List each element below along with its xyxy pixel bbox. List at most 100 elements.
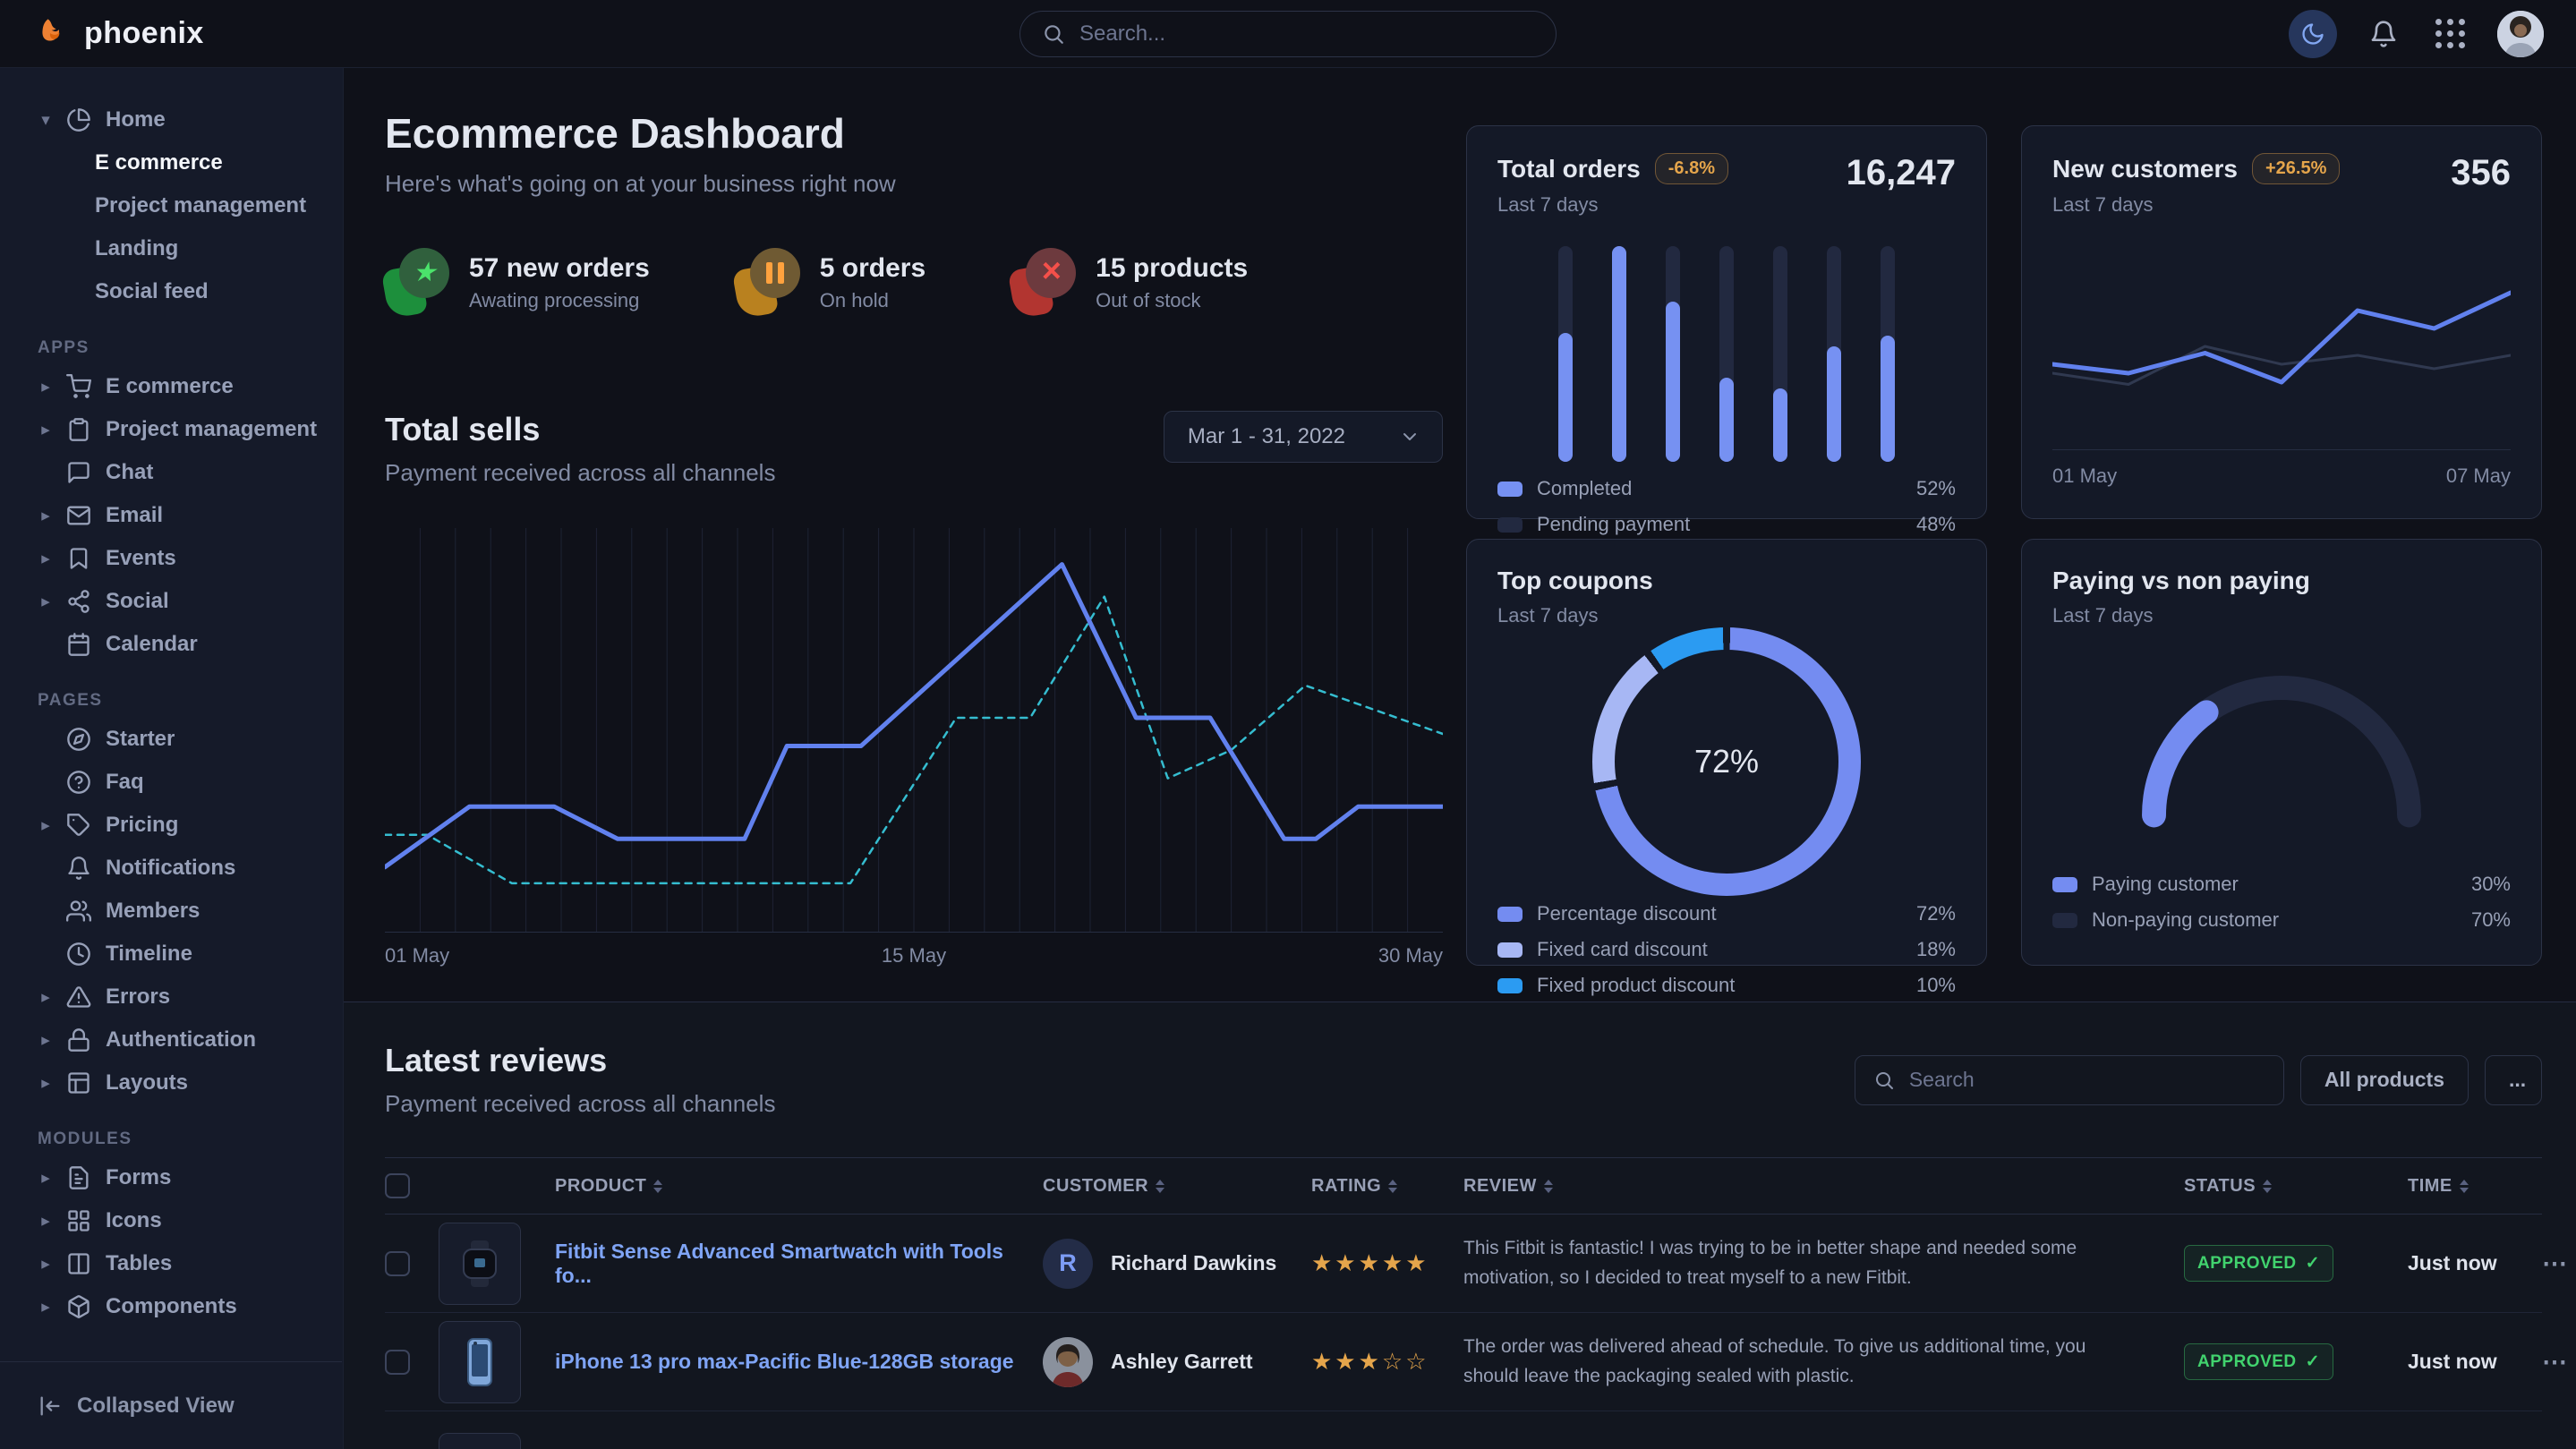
sidebar-item-layouts[interactable]: ▸ Layouts: [38, 1061, 321, 1104]
sidebar-subitem-project-management[interactable]: Project management: [38, 184, 321, 227]
search-icon: [1042, 22, 1065, 46]
caret-right-icon: ▸: [38, 1254, 54, 1274]
theme-toggle-button[interactable]: [2289, 10, 2337, 58]
sidebar-item-members[interactable]: Members: [38, 890, 321, 933]
check-icon: ✓: [2306, 1351, 2320, 1372]
sidebar-item-timeline[interactable]: Timeline: [38, 933, 321, 976]
user-avatar[interactable]: [2497, 11, 2544, 57]
global-search[interactable]: [1019, 11, 1557, 57]
phoenix-logo-icon: [36, 16, 73, 52]
sidebar-item-chat[interactable]: Chat: [38, 451, 321, 494]
sidebar-item-email[interactable]: ▸ Email: [38, 494, 321, 537]
dashboard-cards: Total orders -6.8% Last 7 days 16,247: [1466, 68, 2542, 966]
column-status[interactable]: STATUS: [2184, 1176, 2408, 1197]
caret-right-icon: ▸: [38, 1030, 54, 1051]
sidebar-section-apps: APPS: [38, 338, 321, 358]
sidebar-subitem-landing[interactable]: Landing: [38, 227, 321, 270]
row-checkbox[interactable]: [385, 1251, 410, 1276]
column-review[interactable]: REVIEW: [1463, 1176, 2184, 1197]
select-all-checkbox[interactable]: [385, 1173, 410, 1198]
paying-gauge-chart: [2052, 627, 2511, 866]
product-link[interactable]: Fitbit Sense Advanced Smartwatch with To…: [555, 1240, 1043, 1288]
sidebar-item-home[interactable]: ▾ Home: [38, 98, 321, 141]
sidebar-item-project-management-app[interactable]: ▸ Project management: [38, 408, 321, 451]
chevron-down-icon: [1399, 426, 1420, 447]
dashboard-left-column: Ecommerce Dashboard Here's what's going …: [385, 68, 1443, 966]
review-time: Just now: [2408, 1251, 2542, 1275]
sort-icon: [1388, 1180, 1397, 1193]
file-text-icon: [66, 1165, 93, 1190]
sidebar-item-pricing[interactable]: ▸ Pricing: [38, 804, 321, 847]
legend-fixed-product-discount: Fixed product discount 10%: [1497, 967, 1956, 1003]
row-checkbox[interactable]: [385, 1350, 410, 1375]
notifications-button[interactable]: [2364, 19, 2403, 49]
column-customer[interactable]: CUSTOMER: [1043, 1176, 1311, 1197]
total-sells-chart: 01 May 15 May 30 May: [385, 528, 1443, 933]
sidebar-item-icons[interactable]: ▸ Icons: [38, 1199, 321, 1242]
row-more-button[interactable]: ⋯: [2542, 1249, 2569, 1278]
moon-icon: [2300, 21, 2325, 47]
sidebar-item-notifications[interactable]: Notifications: [38, 847, 321, 890]
reviews-table: PRODUCT CUSTOMER RATING REVIEW STATUS TI…: [385, 1157, 2542, 1449]
sidebar-item-errors[interactable]: ▸ Errors: [38, 976, 321, 1019]
collapse-sidebar-button[interactable]: Collapsed View: [0, 1361, 342, 1449]
sidebar-item-social[interactable]: ▸ Social: [38, 580, 321, 623]
apps-grid-button[interactable]: [2430, 18, 2470, 49]
sidebar-item-starter[interactable]: Starter: [38, 718, 321, 761]
sidebar: ▾ Home E commerce Project management Lan…: [0, 68, 344, 1449]
legend-fixed-card-discount: Fixed card discount 18%: [1497, 932, 1956, 967]
sidebar-item-tables[interactable]: ▸ Tables: [38, 1242, 321, 1285]
top-navbar: phoenix: [0, 0, 2576, 68]
caret-right-icon: ▸: [38, 592, 54, 612]
page-subtitle: Here's what's going on at your business …: [385, 170, 1443, 198]
total-sells-header: Total sells Payment received across all …: [385, 411, 1443, 487]
sidebar-item-label: Home: [106, 107, 166, 132]
reviews-subtitle: Payment received across all channels: [385, 1090, 775, 1118]
column-product[interactable]: PRODUCT: [555, 1176, 1043, 1197]
row-more-button[interactable]: ⋯: [2542, 1347, 2569, 1377]
out-of-stock-icon: ×: [1011, 248, 1076, 318]
avatar-image: [1043, 1337, 1093, 1387]
column-time[interactable]: TIME: [2408, 1176, 2542, 1197]
bell-icon: [2369, 20, 2398, 48]
stat-out-of-stock: × 15 products Out of stock: [1011, 248, 1248, 318]
reviews-search[interactable]: [1855, 1055, 2284, 1105]
main-content: Ecommerce Dashboard Here's what's going …: [344, 68, 2576, 1449]
search-icon: [1873, 1070, 1895, 1091]
sidebar-subitem-ecommerce[interactable]: E commerce: [38, 141, 321, 184]
all-products-button[interactable]: All products: [2300, 1055, 2469, 1105]
brand[interactable]: phoenix: [36, 16, 345, 52]
legend-percentage-discount: Percentage discount 72%: [1497, 896, 1956, 932]
sidebar-item-components[interactable]: ▸ Components: [38, 1285, 321, 1328]
product-image[interactable]: [439, 1223, 521, 1305]
sidebar-subitem-social-feed[interactable]: Social feed: [38, 270, 321, 313]
more-options-button[interactable]: ...: [2485, 1055, 2542, 1105]
sidebar-item-calendar[interactable]: Calendar: [38, 623, 321, 666]
sidebar-item-events[interactable]: ▸ Events: [38, 537, 321, 580]
app-root: phoenix: [0, 0, 2576, 1449]
sidebar-item-forms[interactable]: ▸ Forms: [38, 1156, 321, 1199]
product-image[interactable]: [439, 1321, 521, 1403]
search-input[interactable]: [1078, 21, 1534, 47]
caret-right-icon: ▸: [38, 420, 54, 440]
caret-right-icon: ▸: [38, 1297, 54, 1317]
date-range-select[interactable]: Mar 1 - 31, 2022: [1164, 411, 1443, 463]
help-circle-icon: [66, 770, 93, 795]
customer-cell[interactable]: Ashley Garrett: [1043, 1337, 1311, 1387]
bell-icon: [66, 856, 93, 881]
tag-icon: [66, 813, 93, 838]
table-row: Fitbit Sense Advanced Smartwatch with To…: [385, 1215, 2542, 1313]
product-link[interactable]: iPhone 13 pro max-Pacific Blue-128GB sto…: [555, 1350, 1043, 1374]
column-rating[interactable]: RATING: [1311, 1176, 1463, 1197]
reviews-search-input[interactable]: [1907, 1067, 2265, 1093]
calendar-icon: [66, 632, 93, 657]
sidebar-item-authentication[interactable]: ▸ Authentication: [38, 1019, 321, 1061]
sidebar-item-ecommerce-app[interactable]: ▸ E commerce: [38, 365, 321, 408]
bookmark-icon: [66, 546, 93, 571]
customer-avatar: [1043, 1337, 1093, 1387]
sidebar-item-faq[interactable]: Faq: [38, 761, 321, 804]
lock-icon: [66, 1027, 93, 1053]
new-customers-value: 356: [2451, 153, 2511, 193]
status-badge: APPROVED✓: [2184, 1245, 2333, 1282]
customer-cell[interactable]: R Richard Dawkins: [1043, 1239, 1311, 1289]
